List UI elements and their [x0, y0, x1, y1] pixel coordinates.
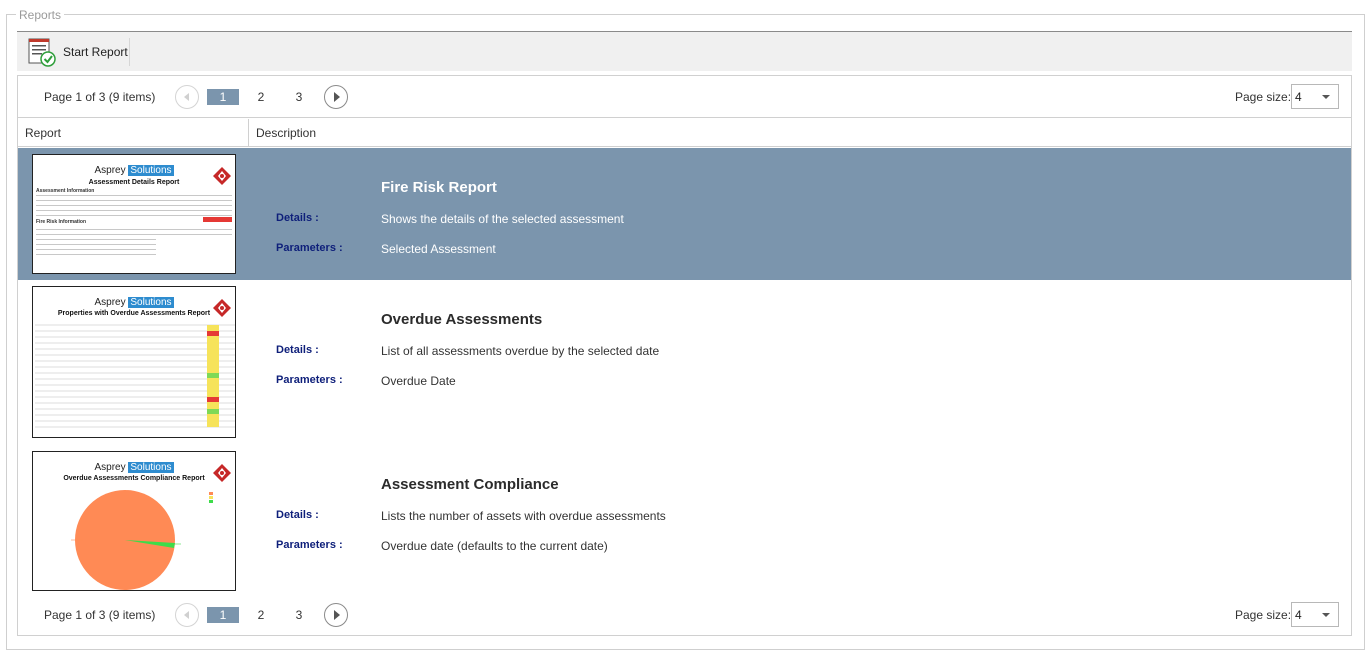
chevron-down-icon	[1322, 613, 1330, 617]
toolbar-separator	[129, 38, 130, 66]
report-thumbnail: Asprey Solutions Overdue Assessments Com…	[32, 451, 236, 591]
thumb-title: Assessment Details Report	[88, 179, 180, 186]
pager-bottom: Page 1 of 3 (9 items) 1 2 3 Page size: 4	[18, 594, 1351, 636]
start-report-icon	[28, 38, 56, 67]
start-report-button[interactable]: Start Report	[23, 36, 132, 68]
pager-summary: Page 1 of 3 (9 items)	[44, 608, 156, 622]
parameters-label: Parameters :	[276, 539, 343, 551]
prev-page-icon[interactable]	[175, 85, 199, 109]
thumb-heading: Assessment Information	[36, 188, 95, 194]
page-2-button[interactable]: 2	[245, 89, 277, 105]
parameters-label: Parameters :	[276, 242, 343, 254]
thumb-logo: Asprey Solutions	[94, 462, 174, 473]
thumb-title: Overdue Assessments Compliance Report	[63, 475, 205, 482]
thumb-subheading: Fire Risk Information	[36, 219, 87, 225]
group-title: Reports	[16, 8, 65, 22]
page-size-value: 4	[1295, 90, 1302, 104]
report-parameters: Overdue date (defaults to the current da…	[381, 539, 608, 553]
chevron-down-icon	[1322, 95, 1330, 99]
report-details: List of all assessments overdue by the s…	[381, 344, 660, 358]
report-title: Assessment Compliance	[381, 476, 559, 493]
page-1-button[interactable]: 1	[207, 89, 239, 105]
page-1-button[interactable]: 1	[207, 607, 239, 623]
report-row-fire-risk[interactable]: Asprey Solutions Assessment Details Repo…	[18, 148, 1351, 280]
next-page-icon[interactable]	[324, 603, 348, 627]
start-report-label: Start Report	[63, 45, 128, 59]
page-3-button[interactable]: 3	[283, 607, 315, 623]
thumb-title: Properties with Overdue Assessments Repo…	[57, 310, 211, 317]
thumb-logo: Asprey Solutions	[94, 165, 174, 176]
page-size-label: Page size:	[1235, 90, 1292, 104]
report-details: Lists the number of assets with overdue …	[381, 509, 666, 523]
details-label: Details :	[276, 344, 319, 356]
pager-summary: Page 1 of 3 (9 items)	[44, 90, 156, 104]
toolbar: Start Report	[17, 31, 1352, 71]
page-size-value: 4	[1295, 608, 1302, 622]
column-header-description[interactable]: Description	[256, 126, 316, 140]
report-details: Shows the details of the selected assess…	[381, 212, 624, 226]
report-row-assessment-compliance[interactable]: Asprey Solutions Overdue Assessments Com…	[18, 445, 1351, 591]
fire-badge-icon	[213, 299, 231, 317]
page-size-label: Page size:	[1235, 608, 1292, 622]
fire-badge-icon	[213, 464, 231, 482]
page-size-select[interactable]: 4	[1291, 84, 1339, 109]
report-title: Overdue Assessments	[381, 311, 543, 328]
fire-badge-icon	[213, 167, 231, 185]
report-thumbnail: Asprey Solutions Properties with Overdue…	[32, 286, 236, 438]
column-header-report[interactable]: Report	[18, 119, 249, 147]
grid-header: Report Description	[18, 119, 1351, 147]
page-2-button[interactable]: 2	[245, 607, 277, 623]
report-title: Fire Risk Report	[381, 179, 497, 196]
reports-grid: Page 1 of 3 (9 items) 1 2 3 Page size: 4…	[17, 75, 1352, 636]
prev-page-icon[interactable]	[175, 603, 199, 627]
page-3-button[interactable]: 3	[283, 89, 315, 105]
details-label: Details :	[276, 212, 319, 224]
thumb-pie-chart	[71, 490, 213, 590]
report-parameters: Overdue Date	[381, 374, 456, 388]
next-page-icon[interactable]	[324, 85, 348, 109]
report-thumbnail: Asprey Solutions Assessment Details Repo…	[32, 154, 236, 274]
page-size-select[interactable]: 4	[1291, 602, 1339, 627]
thumb-table	[35, 324, 235, 428]
report-row-overdue-assessments[interactable]: Asprey Solutions Properties with Overdue…	[18, 280, 1351, 438]
parameters-label: Parameters :	[276, 374, 343, 386]
pager-top: Page 1 of 3 (9 items) 1 2 3 Page size: 4	[18, 76, 1351, 118]
thumb-logo: Asprey Solutions	[94, 297, 174, 308]
report-parameters: Selected Assessment	[381, 242, 496, 256]
details-label: Details :	[276, 509, 319, 521]
